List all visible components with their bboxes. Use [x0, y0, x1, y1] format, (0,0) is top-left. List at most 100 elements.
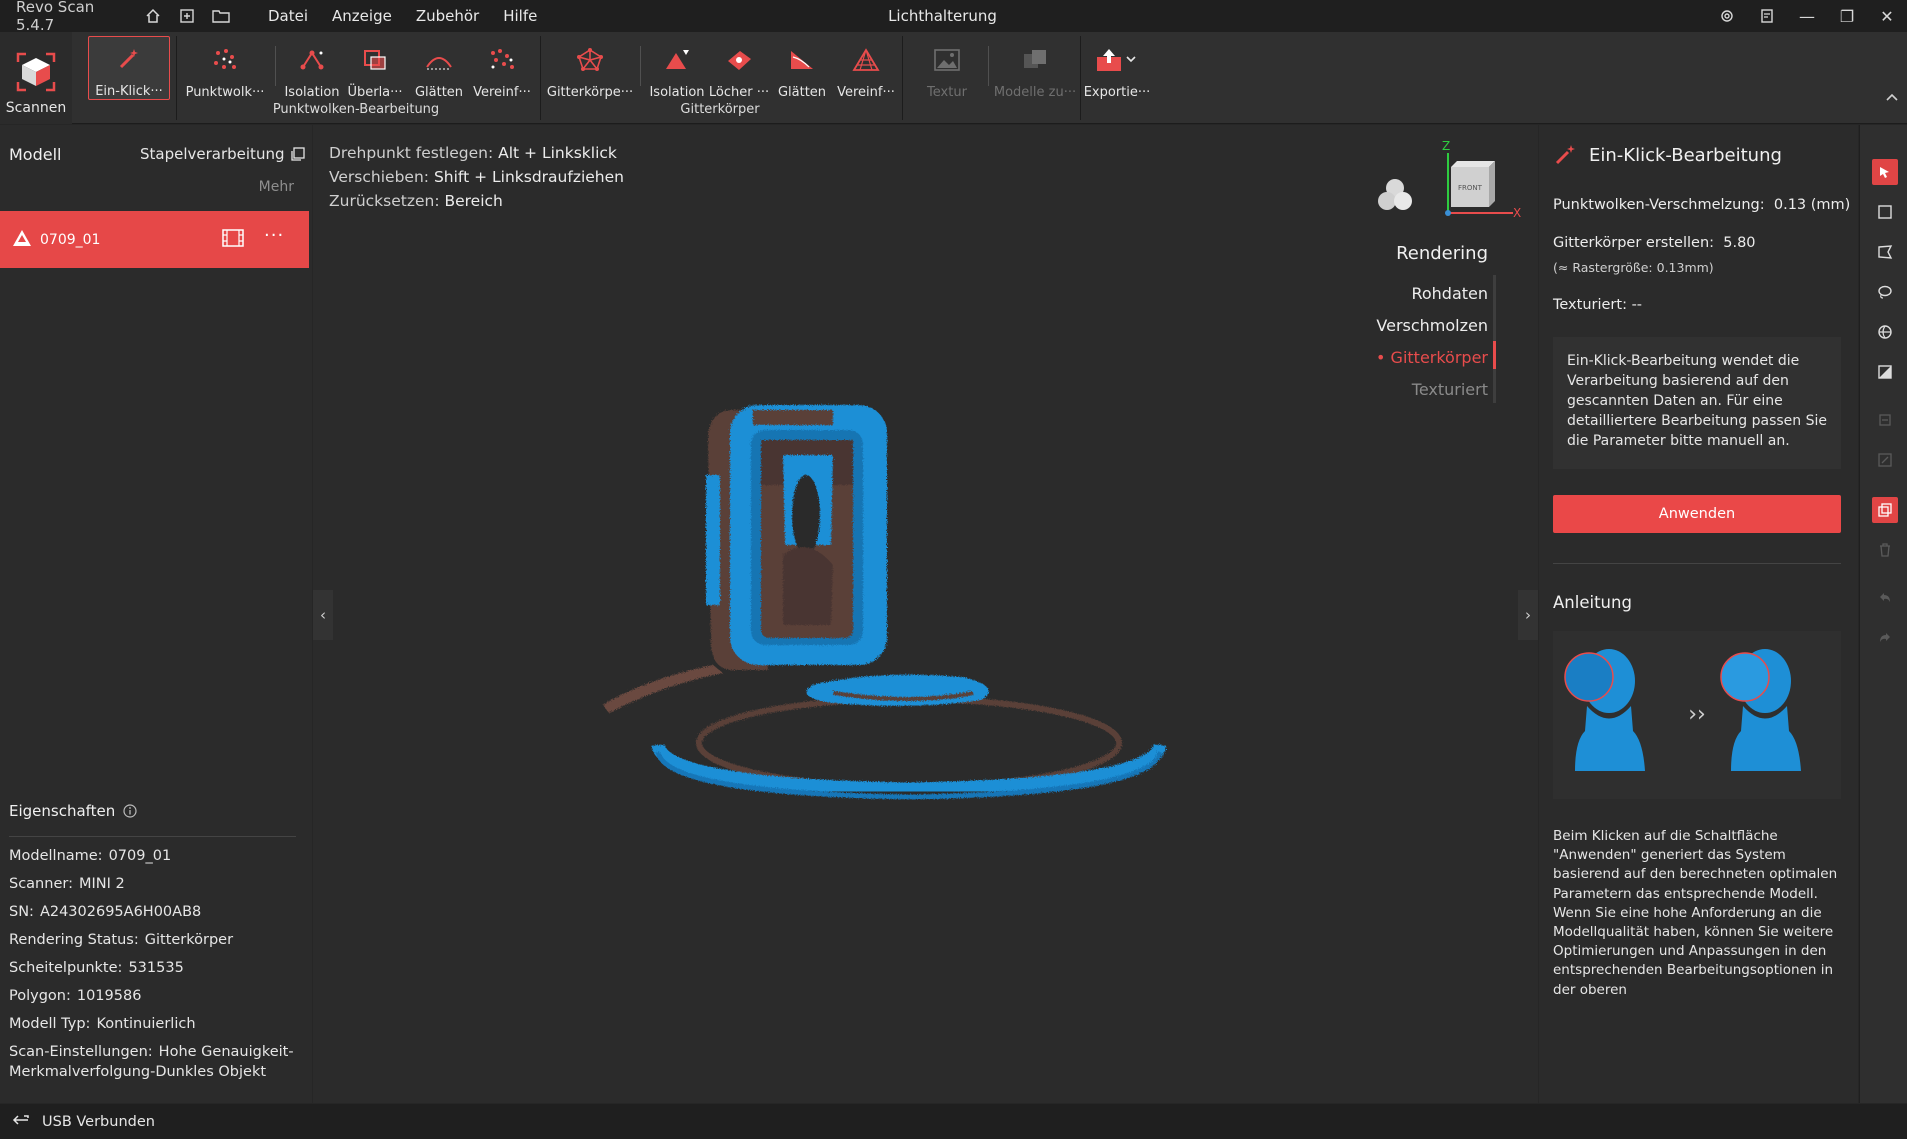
guide-illustration: ›› [1553, 631, 1841, 799]
mesh-holes-button[interactable]: Löcher ··· [708, 36, 770, 100]
mesh-isolation-button[interactable]: Isolation [646, 36, 708, 100]
main-menu: Datei Anzeige Zubehör Hilfe [268, 7, 537, 25]
mesh-create-button[interactable]: Gitterkörpe··· [546, 36, 634, 100]
minimize-icon[interactable]: — [1787, 0, 1827, 32]
mesh-smooth-icon [787, 43, 817, 77]
guide-arrow: ›› [1688, 702, 1706, 727]
rectangle-select-icon[interactable] [1872, 199, 1898, 225]
one-click-edit-button[interactable]: Ein-Klick··· [88, 36, 170, 100]
lasso-select-icon[interactable] [1872, 279, 1898, 305]
model-options-icon[interactable]: ··· [264, 225, 284, 246]
overlap-icon [361, 43, 389, 77]
panel-title: Ein-Klick-Bearbeitung [1553, 143, 1782, 167]
copy-selection-icon[interactable] [1872, 497, 1898, 523]
grid-size-note: (≈ Rastergröße: 0.13mm) [1553, 260, 1714, 275]
home-icon[interactable] [136, 0, 170, 32]
connection-status: USB Verbunden [42, 1113, 155, 1130]
film-icon[interactable] [222, 229, 244, 251]
fusion-param: Punktwolken-Verschmelzung: 0.13 (mm) [1553, 197, 1851, 213]
mesh-isolation-icon [662, 43, 692, 77]
guide-title: Anleitung [1553, 593, 1632, 612]
isolation-icon [297, 43, 327, 77]
simplify-icon [487, 43, 517, 77]
texture-icon [933, 43, 961, 77]
mesh-simplify-button[interactable]: Vereinf··· [834, 36, 898, 100]
delete-icon[interactable] [1872, 537, 1898, 563]
open-folder-icon[interactable] [204, 0, 238, 32]
magic-wand-icon [1555, 145, 1575, 165]
scan-button[interactable]: Scannen [0, 32, 72, 124]
magic-wand-icon [116, 42, 142, 76]
pc-isolation-button[interactable]: Isolation [280, 36, 344, 100]
select-all-icon[interactable] [1872, 447, 1898, 473]
scan-label: Scannen [5, 100, 67, 116]
pc-smooth-button[interactable]: Glätten [410, 36, 468, 100]
info-icon[interactable] [123, 804, 137, 818]
mesh-group-label: Gitterkörper [680, 102, 760, 117]
batch-icon [291, 147, 306, 161]
merge-icon [1021, 43, 1049, 77]
prop-scanner: Scanner: MINI 2 [9, 876, 125, 892]
app-name: Revo Scan 5.4.7 [16, 0, 95, 34]
smooth-icon [424, 43, 454, 77]
ribbon-toolbar: Scannen Ein-Klick··· Punktwolk··· Isolat… [0, 32, 1907, 124]
restore-icon[interactable]: ❐ [1827, 0, 1867, 32]
mesh-smooth-button[interactable]: Glätten [772, 36, 832, 100]
pointcloud-fusion-button[interactable]: Punktwolk··· [182, 36, 268, 100]
guide-description: Beim Klicken auf die Schaltfläche "Anwen… [1553, 828, 1838, 998]
redo-icon[interactable] [1872, 625, 1898, 651]
pointcloud-group-label: Punktwolken-Bearbeitung [272, 102, 440, 117]
menu-zubehoer[interactable]: Zubehör [416, 7, 479, 25]
model-mesh-icon [12, 229, 34, 251]
app-window: Revo Scan 5.4.7 Datei Anzeige Zubehör Hi… [0, 0, 1907, 1139]
texture-button[interactable]: Textur [912, 36, 982, 100]
deselect-icon[interactable] [1872, 407, 1898, 433]
fill-holes-icon [724, 43, 754, 77]
model-name: 0709_01 [40, 231, 101, 248]
one-click-panel: Ein-Klick-Bearbeitung Punktwolken-Versch… [1539, 125, 1858, 1103]
invert-selection-icon[interactable] [1872, 359, 1898, 385]
menu-datei[interactable]: Datei [268, 7, 308, 25]
notes-icon[interactable] [1747, 0, 1787, 32]
merge-models-button[interactable]: Modelle zu··· [992, 36, 1078, 100]
new-project-icon[interactable] [170, 0, 204, 32]
pc-simplify-button[interactable]: Vereinf··· [470, 36, 534, 100]
scanned-model[interactable] [313, 125, 1538, 1103]
prop-serial: SN: A24302695A6H00AB8 [9, 904, 202, 920]
model-panel-title: Modell [9, 145, 62, 164]
info-box: Ein-Klick-Bearbeitung wendet die Verarbe… [1553, 337, 1841, 469]
prop-render-status: Rendering Status: Gitterkörper [9, 932, 234, 948]
pc-overlap-button[interactable]: Überla··· [344, 36, 406, 100]
settings-gear-icon[interactable] [1707, 0, 1747, 32]
mesh-icon [575, 43, 605, 77]
prop-vertices: Scheitelpunkte: 531535 [9, 960, 184, 976]
model-list-item[interactable]: 0709_01 ··· [0, 211, 309, 268]
apply-button[interactable]: Anwenden [1553, 495, 1841, 533]
textured-param: Texturiert: -- [1553, 297, 1643, 313]
bust-comparison-image: ›› [1564, 649, 1801, 771]
status-bar: USB Verbunden [0, 1104, 1907, 1139]
prop-scan-settings: Scan-Einstellungen: Hohe Genauigkeit-Merk… [9, 1044, 294, 1080]
export-button[interactable]: Exportie··· [1084, 36, 1150, 100]
undo-icon[interactable] [1872, 585, 1898, 611]
properties-header: Eigenschaften [9, 802, 137, 820]
menu-hilfe[interactable]: Hilfe [503, 7, 537, 25]
model-panel: Modell Stapelverarbeitung Mehr 0709_01 ·… [0, 125, 312, 1103]
menu-anzeige[interactable]: Anzeige [332, 7, 392, 25]
collapse-ribbon-icon[interactable] [1885, 90, 1899, 106]
right-tool-strip [1859, 125, 1907, 1103]
prop-model-type: Modell Typ: Kontinuierlich [9, 1016, 196, 1032]
polygon-select-icon[interactable] [1872, 239, 1898, 265]
3d-viewport[interactable]: Drehpunkt festlegen: Alt + Linksklick Ve… [313, 125, 1538, 1103]
prop-model-name: Modellname: 0709_01 [9, 848, 172, 864]
select-through-icon[interactable] [1872, 319, 1898, 345]
mesh-simplify-icon [851, 43, 881, 77]
batch-processing-button[interactable]: Stapelverarbeitung [140, 145, 306, 163]
edit-mode-icon[interactable] [1872, 159, 1898, 185]
more-link[interactable]: Mehr [259, 179, 294, 195]
export-icon [1095, 43, 1139, 77]
scan-icon [16, 52, 56, 92]
close-icon[interactable]: ✕ [1867, 0, 1907, 32]
title-bar: Revo Scan 5.4.7 Datei Anzeige Zubehör Hi… [0, 0, 1907, 34]
prop-polygon: Polygon: 1019586 [9, 988, 142, 1004]
